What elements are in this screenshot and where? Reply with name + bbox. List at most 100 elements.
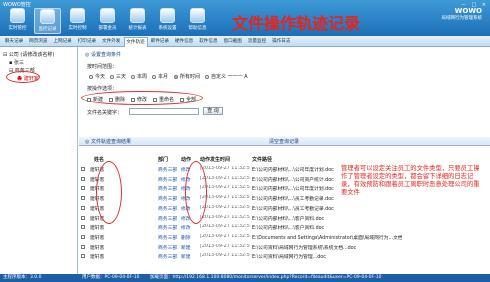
row-checkbox[interactable]: [81, 254, 85, 259]
row-checkbox[interactable]: [81, 205, 85, 210]
record-tabs: 聊天记录 网页浏览 上网记录 打印记录 文件外发 文件轨迹 邮件记录 硬件信息 软件信息 窗口截图…: [0, 36, 490, 47]
toolbar-button-1[interactable]: 监控记录: [34, 8, 61, 34]
row-checkbox[interactable]: [81, 234, 85, 239]
op-checkbox-1[interactable]: [109, 97, 113, 102]
table-row[interactable]: 建轩客 商务三部 修改 [2013-09-27 11:32:58] E:\公司内部材料\…: [80, 223, 410, 233]
time-option-2[interactable]: 本周: [131, 73, 147, 80]
time-option-5[interactable]: 自定义 一一一 A: [205, 73, 248, 80]
tab-10[interactable]: 流量监控: [245, 37, 269, 47]
op-option-2[interactable]: 修改: [131, 96, 147, 103]
time-option-label-4: 所有时间: [180, 74, 201, 80]
toolbar-icon-5: [160, 8, 175, 23]
toolbar-button-0[interactable]: 实时管控: [4, 8, 31, 34]
cell-path: E:\公司内部材料\...\员工考勤记录.doc: [252, 206, 334, 212]
toolbar-icon-0: [10, 8, 25, 23]
row-checkbox[interactable]: [81, 196, 85, 201]
toolbar-label-5: 系统设置: [158, 26, 177, 31]
cell-dept: 商务三部: [158, 206, 178, 212]
toolbar-button-5[interactable]: 系统设置: [154, 8, 181, 34]
search-button[interactable]: 查 询: [203, 107, 223, 115]
row-checkbox[interactable]: [81, 225, 85, 230]
table-row[interactable]: 建轩客 商务三部 删除 [2013-09-27 11:32:58] E:\Documen…: [80, 233, 410, 243]
tree-group-1[interactable]: ▪ 张三: [9, 59, 24, 66]
time-option-1[interactable]: 三天: [110, 73, 126, 80]
time-radio-0[interactable]: [89, 74, 93, 79]
cell-time: [2013-09-27 11:32:57]: [200, 166, 250, 171]
results-tab[interactable]: ◎ 文件轨迹查询结果: [85, 138, 131, 146]
row-checkbox[interactable]: [81, 186, 85, 191]
tab-5[interactable]: 文件轨迹: [123, 37, 148, 47]
cell-time: [2013-09-27 11:32:57]: [200, 204, 250, 210]
toolbar-label-0: 实时管控: [8, 26, 27, 31]
tree-root-label: 公司 (请修改该名称): [8, 52, 55, 58]
tab-1[interactable]: 网页浏览: [26, 37, 50, 47]
cell-action: 新建: [181, 245, 191, 251]
row-checkbox[interactable]: [81, 176, 85, 181]
table-row[interactable]: 建轩客 商务三部 修改 [2013-09-27 11:32:57] E:\公司内部材料\…: [80, 214, 410, 224]
tab-11[interactable]: 操作日志: [269, 37, 293, 47]
brand-tagline: 局域网行为管理系统: [441, 16, 483, 21]
tab-8[interactable]: 软件信息: [196, 37, 220, 47]
toolbar-button-6[interactable]: 帮助信息: [184, 8, 211, 34]
time-radio-3[interactable]: [152, 74, 156, 79]
tab-7[interactable]: 硬件信息: [172, 37, 196, 47]
op-checkbox-2[interactable]: [131, 97, 135, 102]
tab-0[interactable]: 聊天记录: [2, 37, 26, 47]
tab-3[interactable]: 打印记录: [75, 37, 99, 47]
toolbar-label-6: 帮助信息: [188, 26, 207, 31]
time-option-label-1: 三天: [116, 74, 127, 80]
row-checkbox[interactable]: [81, 167, 85, 171]
op-checkbox-4[interactable]: [180, 97, 184, 102]
cell-name: 建轩客: [90, 226, 105, 232]
annotation-note: 管理者可以设定关注员工的文件类型，只要员工操作了管理者设定的类型，都会留下详细的…: [341, 165, 480, 196]
tree-root[interactable]: ⊟ 公司 (请修改该名称): [3, 51, 54, 58]
table-row[interactable]: 建轩客 商务三部 修改 [2013-09-27 11:32:57] E:\公司内部材料\…: [80, 204, 410, 214]
tab-9[interactable]: 窗口截图: [221, 37, 245, 47]
op-option-1[interactable]: 删除: [109, 96, 125, 103]
op-checkbox-0[interactable]: [87, 97, 91, 102]
toolbar-button-2[interactable]: 实时控制: [64, 8, 91, 34]
row-checkbox[interactable]: [81, 215, 85, 220]
highlight-oval: [6, 71, 40, 83]
cell-time: [2013-09-27 11:32:58]: [200, 233, 250, 239]
toolbar-icon-4: [130, 8, 145, 23]
row-checkbox[interactable]: [81, 244, 85, 249]
op-option-label-1: 删除: [115, 97, 126, 103]
time-option-0[interactable]: 今天: [89, 73, 105, 80]
op-option-label-2: 修改: [137, 97, 148, 103]
toolbar-button-3[interactable]: 部署金员: [94, 8, 121, 34]
op-option-4[interactable]: 全部: [180, 96, 196, 103]
time-radio-1[interactable]: [110, 74, 114, 79]
time-option-4[interactable]: 所有时间: [174, 73, 200, 80]
time-radio-4[interactable]: [174, 74, 178, 79]
tree-group-1-label: 张三: [13, 60, 24, 66]
clear-records-button[interactable]: 清空查询记录: [269, 138, 299, 146]
cell-dept: 商务三部: [158, 255, 178, 261]
column-header-2: 动作: [181, 157, 192, 163]
cell-time: [2013-09-27 11:32:58]: [200, 224, 250, 230]
op-option-3[interactable]: 重命名: [153, 96, 174, 103]
op-checkbox-3[interactable]: [153, 97, 157, 102]
cell-action: 新建: [181, 255, 191, 261]
op-option-0[interactable]: 新建: [87, 96, 103, 103]
time-radio-5[interactable]: [205, 74, 209, 79]
title-toolbar: WOWO管控 － □ × 实时管控 监控记录 实时控制 部署金员 统计报表 系统设置 帮助信…: [0, 0, 490, 36]
time-option-3[interactable]: 本月: [152, 73, 168, 80]
tab-2[interactable]: 上网记录: [51, 37, 75, 47]
cell-path: E:\Documents and Settings\Administrator\…: [252, 235, 402, 241]
cell-dept: 商务三部: [158, 235, 178, 241]
table-row[interactable]: 建轩客 商务三部 新建 [2013-09-27 11:32:58] E:\公司资料\局域…: [80, 243, 410, 253]
page-banner-title: 文件操作轨迹记录: [232, 14, 361, 33]
time-radio-2[interactable]: [131, 74, 135, 79]
toolbar-button-4[interactable]: 统计报表: [124, 8, 151, 34]
filename-input[interactable]: [129, 108, 199, 115]
tab-4[interactable]: 文件外发: [99, 37, 123, 47]
version-text: 主程序版本：3.0.0: [3, 275, 42, 280]
time-range-label: 按时间范围：: [87, 64, 118, 70]
cell-dept: 商务三部: [158, 177, 178, 183]
cell-time: [2013-09-27 11:32:58]: [200, 195, 250, 201]
op-option-label-0: 新建: [93, 97, 104, 103]
tab-6[interactable]: 邮件记录: [148, 37, 172, 47]
time-option-label-0: 今天: [95, 74, 106, 80]
table-row[interactable]: 建轩客 商务三部 新建 [2013-09-27 11:32:58] E:\公司资料\局域…: [80, 252, 410, 262]
